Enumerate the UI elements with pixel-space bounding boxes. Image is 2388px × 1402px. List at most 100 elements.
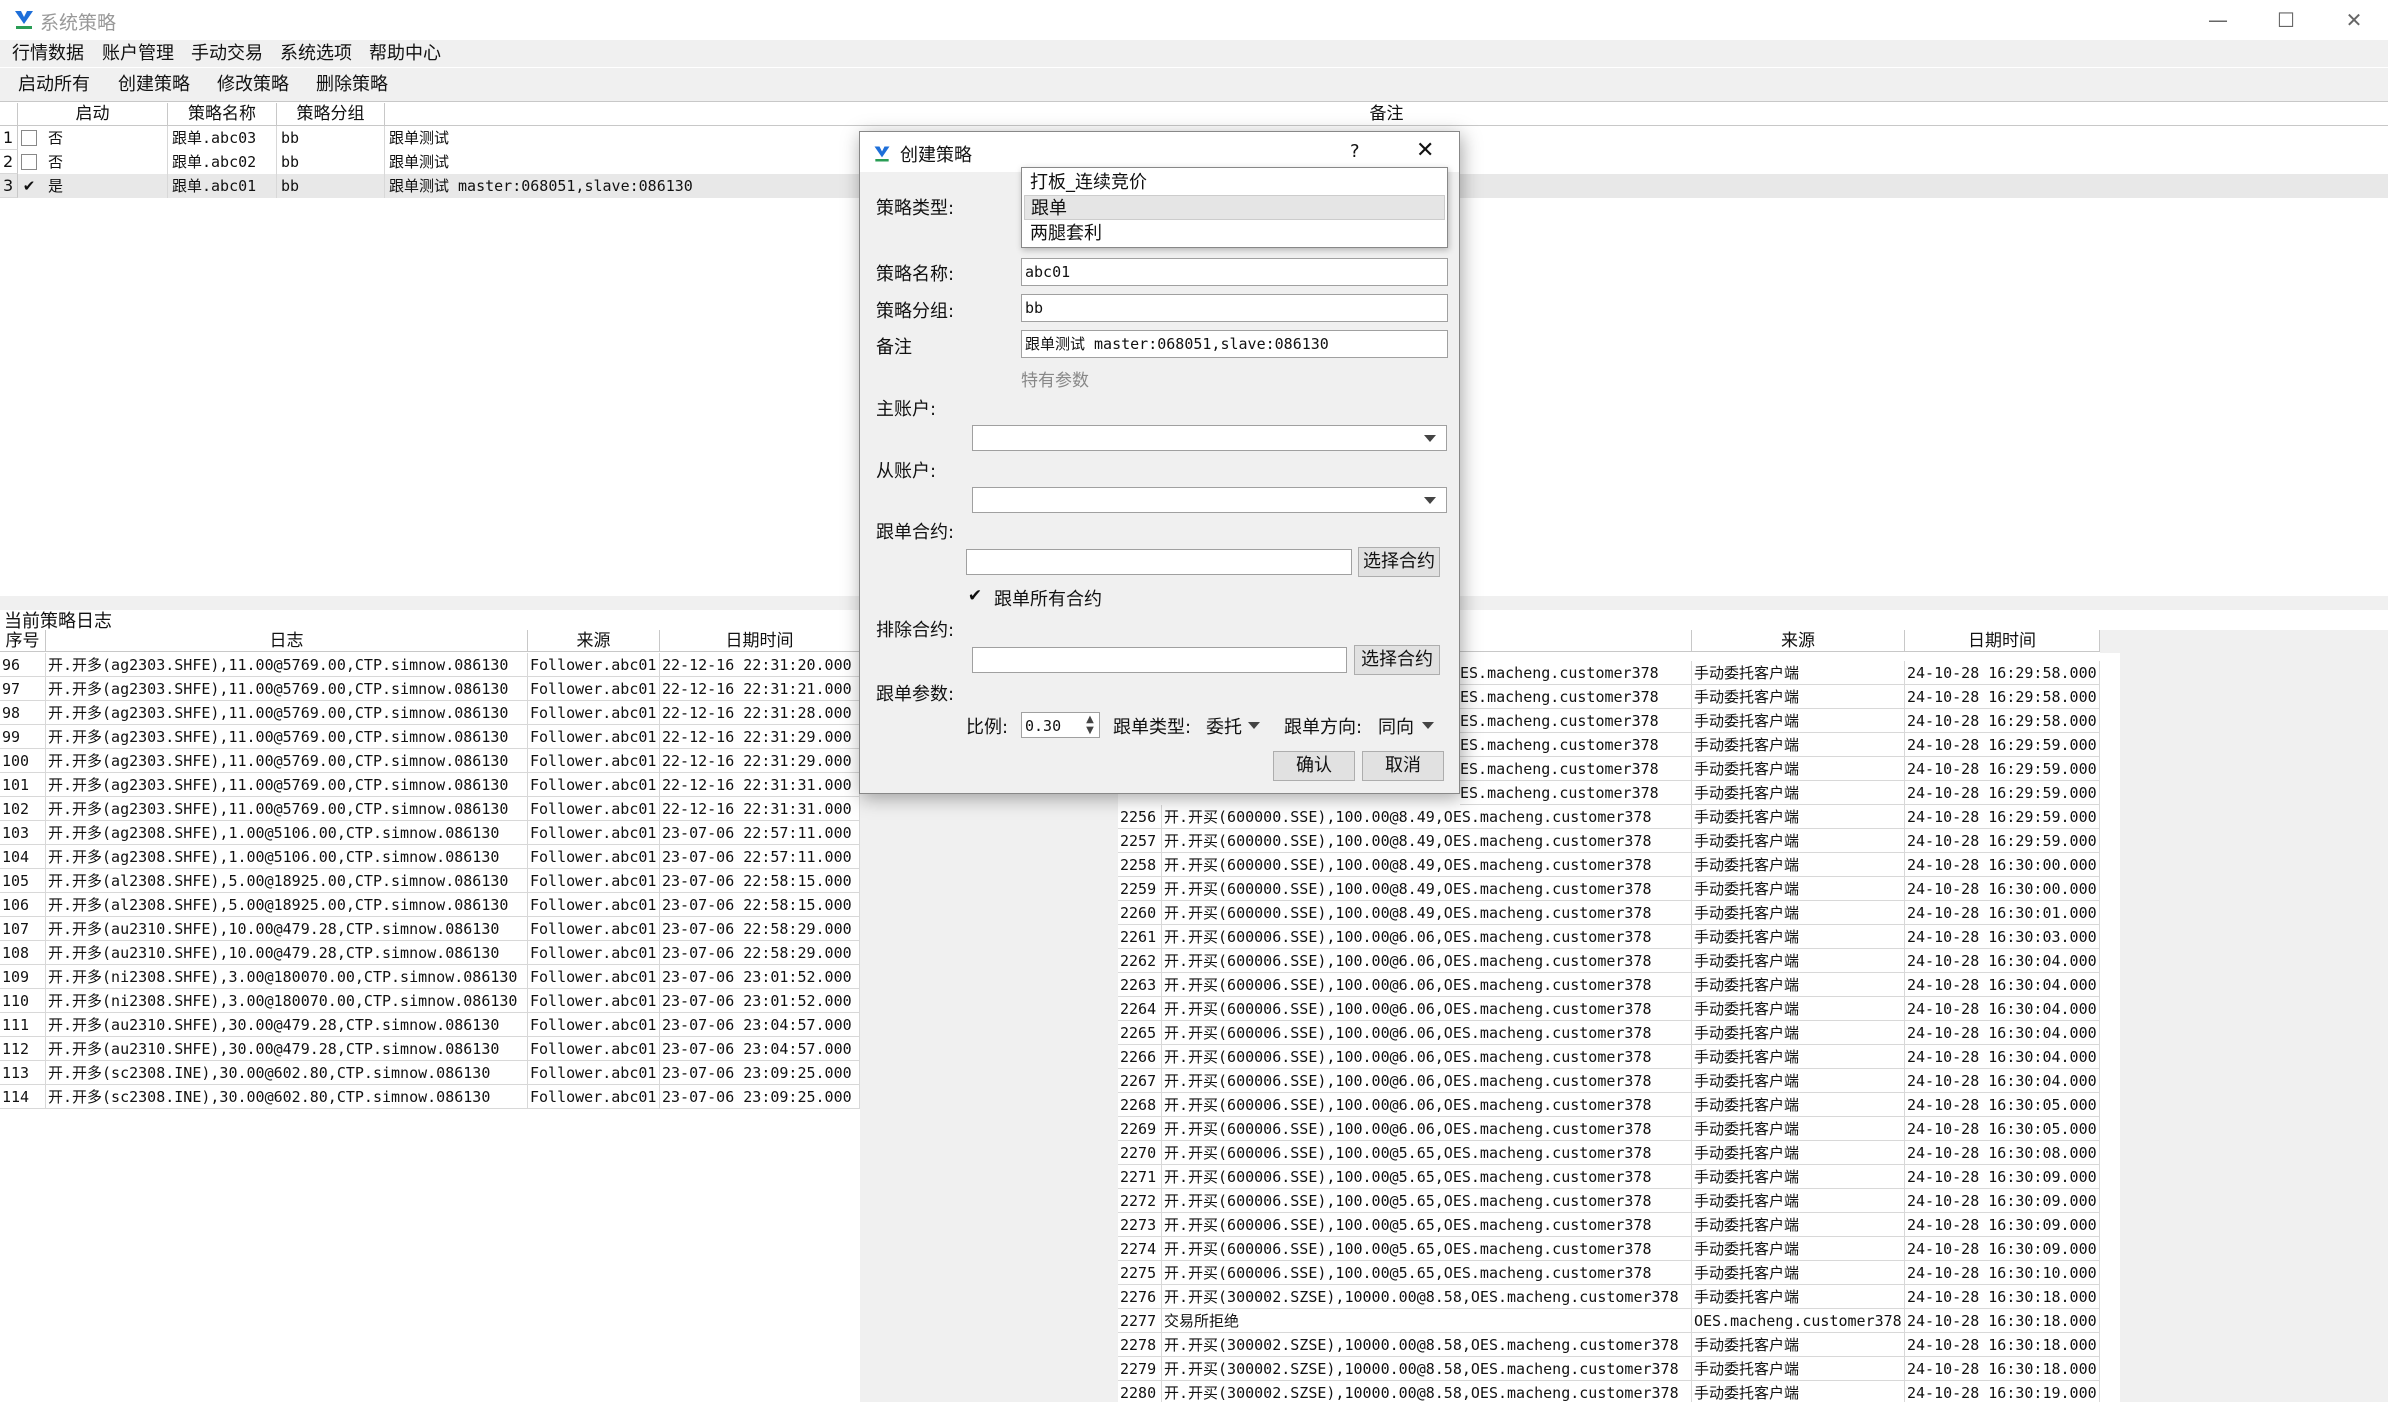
syslog-row[interactable]: 2265 开.开买(600006.SSE),100.00@6.06,OES.mac… [1118,1021,2100,1045]
syslog-row[interactable]: 2264 开.开买(600006.SSE),100.00@6.06,OES.mac… [1118,997,2100,1021]
log-row[interactable]: 101 开.开多(ag2303.SHFE),11.00@5769.00,CTP.s… [0,773,860,797]
syslog-col-datetime[interactable]: 日期时间 [1905,630,2100,652]
close-window-button[interactable]: ✕ [2320,0,2388,40]
syslog-row[interactable]: 2256 开.开买(600000.SSE),100.00@8.49,OES.mac… [1118,805,2100,829]
syslog-row[interactable]: 2280 开.开买(300002.SZSE),10000.00@8.58,OES.… [1118,1381,2100,1402]
type-option[interactable]: 打板_连续竞价 [1024,170,1445,195]
syslog-row[interactable]: 2277 交易所拒绝 OES.macheng.customer378 24-10-28… [1118,1309,2100,1333]
log-col-source[interactable]: 来源 [528,630,660,652]
log-row[interactable]: 102 开.开多(ag2303.SHFE),11.00@5769.00,CTP.s… [0,797,860,821]
log-datetime-cell: 23-07-06 22:58:29.000 [660,917,860,941]
order-type-combo[interactable]: 委托 [1200,712,1266,738]
syslog-row[interactable]: 2278 开.开买(300002.SZSE),10000.00@8.58,OES.… [1118,1333,2100,1357]
select-follow-contract-button[interactable]: 选择合约 [1358,547,1440,577]
log-row[interactable]: 109 开.开多(ni2308.SHFE),3.00@180070.00,CTP.… [0,965,860,989]
strategy-group-input[interactable]: bb [1021,294,1448,322]
create-strategy-button[interactable]: 创建策略 [118,72,190,98]
syslog-row[interactable]: 2263 开.开买(600006.SSE),100.00@6.06,OES.mac… [1118,973,2100,997]
syslog-row[interactable]: 2260 开.开买(600000.SSE),100.00@8.49,OES.mac… [1118,901,2100,925]
maximize-button[interactable]: ☐ [2252,0,2320,40]
dialog-close-button[interactable]: ✕ [1416,138,1434,163]
log-row[interactable]: 97 开.开多(ag2303.SHFE),11.00@5769.00,CTP.si… [0,677,860,701]
cancel-button[interactable]: 取消 [1362,751,1444,781]
row-number[interactable]: 3 [0,174,18,198]
syslog-source-cell: 手动委托客户端 [1692,1141,1905,1165]
syslog-row[interactable]: 2274 开.开买(600006.SSE),100.00@5.65,OES.mac… [1118,1237,2100,1261]
col-header-note[interactable]: 备注 [385,103,2388,126]
type-option[interactable]: 两腿套利 [1024,221,1445,246]
select-exclude-contract-button[interactable]: 选择合约 [1354,645,1440,675]
syslog-row[interactable]: 2258 开.开买(600000.SSE),100.00@8.49,OES.mac… [1118,853,2100,877]
log-row[interactable]: 108 开.开多(au2310.SHFE),10.00@479.28,CTP.si… [0,941,860,965]
syslog-row[interactable]: 2266 开.开买(600006.SSE),100.00@6.06,OES.mac… [1118,1045,2100,1069]
log-row[interactable]: 112 开.开多(au2310.SHFE),30.00@479.28,CTP.si… [0,1037,860,1061]
log-row[interactable]: 96 开.开多(ag2303.SHFE),11.00@5769.00,CTP.si… [0,653,860,677]
syslog-col-source[interactable]: 来源 [1692,630,1905,652]
start-all-button[interactable]: 启动所有 [18,72,90,98]
log-row[interactable]: 98 开.开多(ag2303.SHFE),11.00@5769.00,CTP.si… [0,701,860,725]
master-account-combo[interactable] [972,425,1447,451]
direction-combo[interactable]: 同向 [1374,712,1442,738]
syslog-row[interactable]: 2257 开.开买(600000.SSE),100.00@8.49,OES.mac… [1118,829,2100,853]
syslog-row[interactable]: 2271 开.开买(600006.SSE),100.00@5.65,OES.mac… [1118,1165,2100,1189]
log-row[interactable]: 114 开.开多(sc2308.INE),30.00@602.80,CTP.sim… [0,1085,860,1109]
start-checkbox[interactable] [21,130,37,146]
log-row[interactable]: 100 开.开多(ag2303.SHFE),11.00@5769.00,CTP.s… [0,749,860,773]
syslog-row[interactable]: 2268 开.开买(600006.SSE),100.00@6.06,OES.mac… [1118,1093,2100,1117]
syslog-row[interactable]: 2270 开.开买(600006.SSE),100.00@5.65,OES.mac… [1118,1141,2100,1165]
col-header-start[interactable]: 启动 [18,103,168,126]
log-row[interactable]: 110 开.开多(ni2308.SHFE),3.00@180070.00,CTP.… [0,989,860,1013]
type-option-selected[interactable]: 跟单 [1024,195,1445,220]
delete-strategy-button[interactable]: 删除策略 [316,72,388,98]
syslog-row[interactable]: 2269 开.开买(600006.SSE),100.00@6.06,OES.mac… [1118,1117,2100,1141]
log-row[interactable]: 103 开.开多(ag2308.SHFE),1.00@5106.00,CTP.si… [0,821,860,845]
menu-manual-trade[interactable]: 手动交易 [191,42,263,66]
type-label: 策略类型: [876,198,955,219]
menu-help[interactable]: 帮助中心 [369,42,441,66]
follow-all-checkbox[interactable]: ✔ [966,587,984,605]
row-number[interactable]: 2 [0,150,18,174]
menu-system-options[interactable]: 系统选项 [280,42,352,66]
col-header-group[interactable]: 策略分组 [277,103,385,126]
help-button[interactable]: ? [1350,141,1360,162]
syslog-row[interactable]: 2261 开.开买(600006.SSE),100.00@6.06,OES.mac… [1118,925,2100,949]
log-row[interactable]: 113 开.开多(sc2308.INE),30.00@602.80,CTP.sim… [0,1061,860,1085]
syslog-row[interactable]: 2267 开.开买(600006.SSE),100.00@6.06,OES.mac… [1118,1069,2100,1093]
row-number[interactable]: 1 [0,126,18,150]
edit-strategy-button[interactable]: 修改策略 [217,72,289,98]
strategy-name-input[interactable]: abc01 [1021,258,1448,286]
syslog-datetime-cell: 24-10-28 16:29:58.000 [1905,709,2100,733]
log-row[interactable]: 99 开.开多(ag2303.SHFE),11.00@5769.00,CTP.si… [0,725,860,749]
log-row[interactable]: 107 开.开多(au2310.SHFE),10.00@479.28,CTP.si… [0,917,860,941]
syslog-row[interactable]: 2259 开.开买(600000.SSE),100.00@8.49,OES.mac… [1118,877,2100,901]
log-row[interactable]: 104 开.开多(ag2308.SHFE),1.00@5106.00,CTP.si… [0,845,860,869]
spin-arrows-icon[interactable]: ▲ ▼ [1082,714,1098,736]
menu-market-data[interactable]: 行情数据 [12,42,84,66]
follow-contract-input[interactable] [966,549,1352,575]
strategy-type-dropdown-list[interactable]: 打板_连续竞价 跟单 两腿套利 [1021,167,1448,248]
menu-account[interactable]: 账户管理 [102,42,174,66]
log-row[interactable]: 111 开.开多(au2310.SHFE),30.00@479.28,CTP.si… [0,1013,860,1037]
syslog-row[interactable]: 2273 开.开买(600006.SSE),100.00@5.65,OES.mac… [1118,1213,2100,1237]
syslog-source-cell: 手动委托客户端 [1692,1021,1905,1045]
log-col-datetime[interactable]: 日期时间 [660,630,860,652]
start-checkbox-checked[interactable]: ✔ [21,178,37,194]
log-row[interactable]: 105 开.开多(al2308.SHFE),5.00@18925.00,CTP.s… [0,869,860,893]
syslog-row[interactable]: 2272 开.开买(600006.SSE),100.00@5.65,OES.mac… [1118,1189,2100,1213]
confirm-button[interactable]: 确认 [1273,751,1355,781]
syslog-col-hidden[interactable] [1460,630,1692,652]
note-input[interactable]: 跟单测试 master:068051,slave:086130 [1021,330,1448,358]
start-checkbox[interactable] [21,154,37,170]
syslog-row[interactable]: 2276 开.开买(300002.SZSE),10000.00@8.58,OES.… [1118,1285,2100,1309]
minimize-button[interactable]: — [2184,0,2252,40]
col-header-name[interactable]: 策略名称 [168,103,277,126]
log-row[interactable]: 106 开.开多(al2308.SHFE),5.00@18925.00,CTP.s… [0,893,860,917]
syslog-row[interactable]: 2279 开.开买(300002.SZSE),10000.00@8.58,OES.… [1118,1357,2100,1381]
syslog-text-cell: 开.开买(600006.SSE),100.00@5.65,OES.macheng… [1162,1237,1692,1261]
exclude-contract-input[interactable] [972,647,1347,673]
syslog-row[interactable]: 2275 开.开买(600006.SSE),100.00@5.65,OES.mac… [1118,1261,2100,1285]
log-col-seq[interactable]: 序号 [0,630,46,652]
slave-account-combo[interactable] [972,487,1447,513]
syslog-row[interactable]: 2262 开.开买(600006.SSE),100.00@6.06,OES.mac… [1118,949,2100,973]
log-col-log[interactable]: 日志 [46,630,528,652]
